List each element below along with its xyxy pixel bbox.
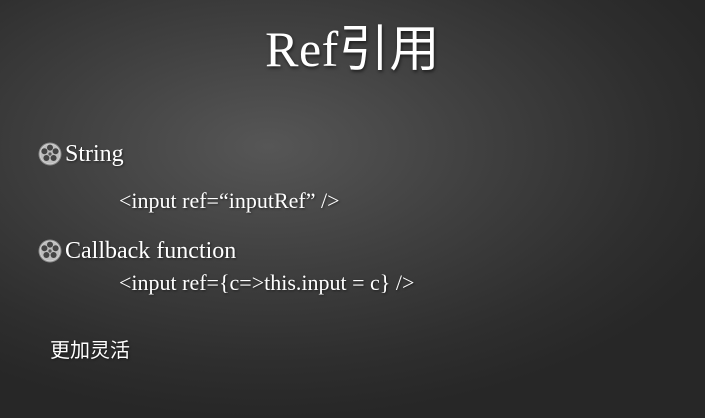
bullet-string: String xyxy=(38,140,124,168)
note-text: 更加灵活 xyxy=(50,338,130,362)
code-example-string: <input ref=“inputRef” /> xyxy=(119,188,340,213)
bullet-callback-function: Callback function xyxy=(38,237,236,265)
film-reel-icon xyxy=(38,239,62,263)
bullet-label: Callback function xyxy=(65,238,237,264)
code-example-callback: <input ref={c=>this.input = c} /> xyxy=(119,270,415,295)
slide: Ref引用 String <input ref=“inputRef” /> Ca… xyxy=(0,0,705,418)
film-reel-icon xyxy=(38,142,62,166)
slide-title: Ref引用 xyxy=(265,21,440,77)
bullet-label: String xyxy=(65,141,124,167)
